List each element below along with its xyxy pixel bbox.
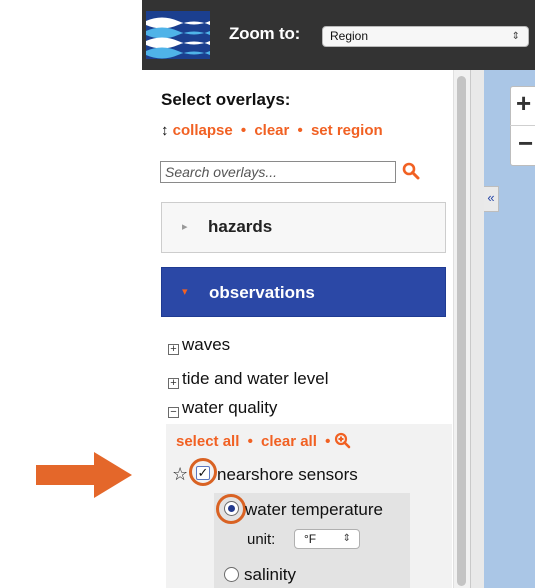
category-hazards-label: hazards [208, 217, 273, 236]
separator: • [325, 433, 331, 450]
zoom-to-icon[interactable] [334, 432, 351, 449]
set-region-link[interactable]: set region [311, 122, 383, 139]
sort-arrows-icon: ↕ [161, 122, 169, 139]
tree-item-waves[interactable]: waves [182, 335, 230, 355]
select-arrows-icon: ⇕ [511, 31, 520, 42]
star-icon[interactable]: ☆ [172, 464, 188, 485]
sidebar-scrollbar-thumb[interactable] [457, 76, 466, 586]
water-quality-actions: select all • clear all • [176, 433, 334, 450]
category-observations-label: observations [209, 283, 315, 302]
collapse-water-quality-icon[interactable]: − [168, 407, 179, 418]
radio-icon[interactable] [224, 567, 239, 582]
tree-item-water-quality[interactable]: water quality [182, 398, 277, 418]
unit-label: unit: [247, 531, 276, 548]
map-divider [470, 70, 485, 588]
zoom-to-value: Region [330, 29, 369, 43]
search-icon[interactable] [402, 162, 420, 180]
select-all-link[interactable]: select all [176, 433, 239, 450]
collapse-link[interactable]: collapse [173, 122, 233, 139]
separator: • [240, 122, 247, 139]
expand-arrow-icon: ▸ [182, 221, 188, 233]
search-overlays-input[interactable] [160, 161, 396, 183]
zoom-out-button[interactable]: − [518, 128, 533, 159]
water-temperature-label[interactable]: water temperature [245, 500, 383, 520]
category-hazards[interactable] [161, 202, 446, 253]
highlight-ring [216, 494, 246, 524]
clear-all-link[interactable]: clear all [261, 433, 317, 450]
collapse-sidebar-button[interactable]: « [484, 186, 499, 212]
collapse-arrow-icon: ▾ [182, 286, 188, 298]
clear-link[interactable]: clear [254, 122, 289, 139]
zoom-in-button[interactable]: + [516, 88, 531, 119]
zoom-to-label: Zoom to: [229, 24, 301, 43]
overlay-actions: ↕ collapse • clear • set region [161, 122, 383, 139]
annotation-arrow-icon [36, 452, 132, 498]
separator: • [297, 122, 303, 139]
logo-waves-icon [146, 11, 210, 59]
unit-value: °F [304, 532, 317, 546]
nearshore-sensors-label[interactable]: nearshore sensors [217, 465, 358, 485]
expand-waves-icon[interactable]: + [168, 344, 179, 355]
zoom-divider [510, 125, 535, 126]
highlight-ring [189, 458, 217, 486]
select-arrows-icon: ⇕ [342, 533, 351, 544]
unit-select[interactable]: °F ⇕ [294, 529, 360, 549]
tree-item-tide-and-water-level[interactable]: tide and water level [182, 369, 328, 389]
expand-tide-icon[interactable]: + [168, 378, 179, 389]
select-overlays-title: Select overlays: [161, 90, 291, 109]
zoom-to-select[interactable]: Region ⇕ [322, 26, 529, 47]
separator: • [247, 433, 253, 450]
salinity-label[interactable]: salinity [244, 565, 296, 585]
